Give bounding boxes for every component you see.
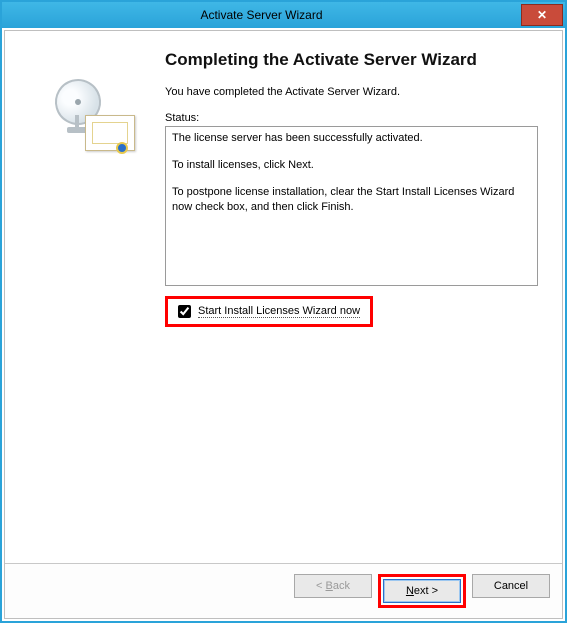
wizard-graphic-column: [15, 49, 165, 563]
close-icon: ✕: [537, 8, 547, 22]
intro-text: You have completed the Activate Server W…: [165, 86, 538, 98]
status-line: The license server has been successfully…: [172, 131, 531, 146]
start-install-checkbox-label: Start Install Licenses Wizard now: [198, 305, 360, 318]
status-label: Status:: [165, 112, 538, 124]
close-button[interactable]: ✕: [521, 4, 563, 26]
wizard-content: Completing the Activate Server Wizard Yo…: [165, 49, 552, 563]
wizard-footer: < Back Next > Cancel: [5, 563, 562, 618]
status-textbox: The license server has been successfully…: [165, 126, 538, 286]
satellite-cert-icon: [45, 79, 135, 159]
wizard-window: Activate Server Wizard ✕ Completing the …: [0, 0, 567, 623]
cancel-button[interactable]: Cancel: [472, 574, 550, 598]
window-title: Activate Server Wizard: [2, 8, 521, 22]
next-button-highlight: Next >: [378, 574, 466, 608]
wizard-body: Completing the Activate Server Wizard Yo…: [5, 31, 562, 563]
back-button: < Back: [294, 574, 372, 598]
next-button[interactable]: Next >: [383, 579, 461, 603]
page-heading: Completing the Activate Server Wizard: [165, 49, 538, 70]
status-line: To install licenses, click Next.: [172, 158, 531, 173]
checkbox-highlight: Start Install Licenses Wizard now: [165, 296, 373, 327]
title-bar: Activate Server Wizard ✕: [2, 2, 565, 28]
status-line: To postpone license installation, clear …: [172, 185, 531, 215]
start-install-checkbox[interactable]: [178, 305, 191, 318]
client-area: Completing the Activate Server Wizard Yo…: [4, 30, 563, 619]
start-install-checkbox-row[interactable]: Start Install Licenses Wizard now: [178, 305, 360, 318]
